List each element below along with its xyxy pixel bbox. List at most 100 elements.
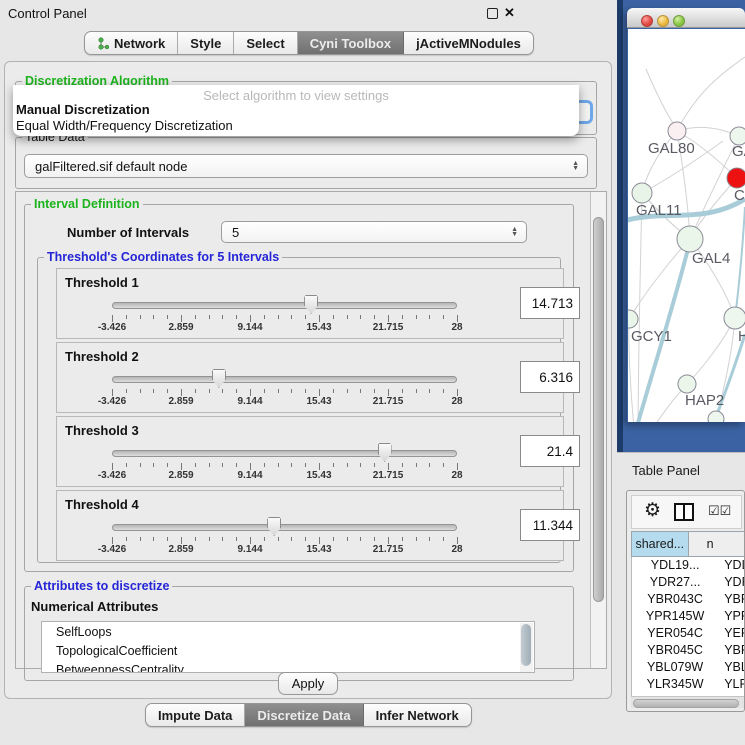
- threshold-2-slider[interactable]: -3.4262.8599.14415.4321.71528: [112, 367, 457, 411]
- number-of-intervals-combobox[interactable]: 5 ▲▼: [221, 221, 527, 243]
- axis-tick-label: 9.144: [237, 544, 262, 555]
- table-row[interactable]: YBL079WYBL0: [632, 659, 745, 676]
- numerical-attributes-label: Numerical Attributes: [31, 599, 158, 614]
- float-window-icon[interactable]: [487, 8, 498, 19]
- network-node-h[interactable]: [724, 307, 745, 329]
- axis-tick-label: 15.43: [306, 322, 331, 333]
- tick-mark: [291, 315, 292, 319]
- right-region: GAL80GACGAL11GAL4GCY1HHAP2 Table Panel ⚙…: [617, 0, 745, 745]
- network-node-gcy1[interactable]: [628, 310, 638, 328]
- algorithm-option[interactable]: Manual Discretization: [13, 102, 579, 118]
- cell-name[interactable]: YDL1: [718, 557, 745, 574]
- tab-cyni-toolbox[interactable]: Cyni Toolbox: [298, 32, 404, 54]
- tab-discretize-data[interactable]: Discretize Data: [245, 704, 363, 726]
- column-header-shared-name[interactable]: shared...: [631, 531, 688, 557]
- threshold-3-slider[interactable]: -3.4262.8599.14415.4321.71528: [112, 441, 457, 485]
- cell-shared-name[interactable]: YDR27...: [632, 574, 718, 591]
- slider-track[interactable]: [112, 302, 457, 309]
- table-row[interactable]: YBR043CYBR0: [632, 591, 745, 608]
- table-horizontal-scrollbar[interactable]: [631, 696, 745, 708]
- slider-ticks: [112, 313, 457, 322]
- table-row[interactable]: YPR145WYPR1: [632, 608, 745, 625]
- cell-name[interactable]: YPR1: [718, 608, 745, 625]
- threshold-3-value-field[interactable]: 21.4: [520, 435, 580, 467]
- network-node[interactable]: [708, 411, 724, 422]
- apply-button[interactable]: Apply: [278, 672, 338, 695]
- cell-shared-name[interactable]: YLR345W: [632, 676, 718, 693]
- gear-icon[interactable]: ⚙: [644, 499, 661, 522]
- network-node-c[interactable]: [727, 168, 745, 188]
- axis-tick-label: 15.43: [306, 396, 331, 407]
- cell-shared-name[interactable]: YBL079W: [632, 659, 718, 676]
- slider-thumb[interactable]: [378, 443, 392, 462]
- table-row[interactable]: YDR27...YDR2: [632, 574, 745, 591]
- cell-name[interactable]: YDR2: [718, 574, 745, 591]
- table-row[interactable]: YBR045CYBR0: [632, 642, 745, 659]
- select-checkboxes-icon[interactable]: ☑☑: [708, 503, 731, 519]
- slider-thumb[interactable]: [212, 369, 226, 388]
- tab-infer-network[interactable]: Infer Network: [364, 704, 471, 726]
- algorithm-option[interactable]: Equal Width/Frequency Discretization: [13, 118, 579, 134]
- attributes-scrollbar-thumb[interactable]: [521, 624, 531, 666]
- columns-icon[interactable]: [674, 503, 694, 521]
- tick-mark: [402, 537, 403, 541]
- cell-shared-name[interactable]: YER054C: [632, 625, 718, 642]
- slider-thumb[interactable]: [304, 295, 318, 314]
- axis-tick-label: 21.715: [373, 470, 404, 481]
- network-node-label: GAL4: [692, 250, 730, 267]
- cell-shared-name[interactable]: YBR045C: [632, 642, 718, 659]
- slider-track[interactable]: [112, 376, 457, 383]
- tick-mark: [443, 537, 444, 541]
- slider-track[interactable]: [112, 450, 457, 457]
- network-canvas[interactable]: GAL80GACGAL11GAL4GCY1HHAP2: [628, 29, 745, 422]
- table-data-combobox[interactable]: galFiltered.sif default node ▲▼: [24, 154, 588, 178]
- slider-thumb[interactable]: [267, 517, 281, 536]
- tab-jactivemnodules[interactable]: jActiveMNodules: [404, 32, 533, 54]
- threshold-1-value-field[interactable]: 14.713: [520, 287, 580, 319]
- network-node-gal11[interactable]: [632, 183, 652, 203]
- table-row[interactable]: YDL19...YDL1: [632, 557, 745, 574]
- cell-shared-name[interactable]: YBR043C: [632, 591, 718, 608]
- cell-name[interactable]: YLR3: [718, 676, 745, 693]
- threshold-2-value-field[interactable]: 6.316: [520, 361, 580, 393]
- interval-definition-group: Interval Definition Number of Intervals …: [24, 204, 574, 572]
- tab-select[interactable]: Select: [234, 32, 297, 54]
- minimize-traffic-light-icon[interactable]: [657, 15, 669, 27]
- numerical-attributes-list[interactable]: SelfLoopsTopologicalCoefficientBetweenne…: [41, 621, 535, 673]
- cell-name[interactable]: YBL0: [718, 659, 745, 676]
- tab-impute-data[interactable]: Impute Data: [146, 704, 245, 726]
- close-icon[interactable]: ✕: [504, 5, 515, 21]
- threshold-4-slider[interactable]: -3.4262.8599.14415.4321.71528: [112, 515, 457, 559]
- thresholds-group: Threshold's Coordinates for 5 Intervals …: [37, 257, 561, 563]
- tick-mark: [112, 537, 113, 544]
- table-hscrollbar-thumb[interactable]: [633, 699, 739, 708]
- network-node-gal4[interactable]: [677, 226, 703, 252]
- settings-vertical-scrollbar[interactable]: [590, 192, 606, 668]
- column-header-name[interactable]: n: [688, 531, 745, 557]
- cell-shared-name[interactable]: YDL19...: [632, 557, 718, 574]
- threshold-4-value-field[interactable]: 11.344: [520, 509, 580, 541]
- close-traffic-light-icon[interactable]: [641, 15, 653, 27]
- tab-network[interactable]: Network: [85, 32, 178, 54]
- zoom-traffic-light-icon[interactable]: [673, 15, 685, 27]
- table-row[interactable]: YER054CYER0: [632, 625, 745, 642]
- cell-name[interactable]: YBR0: [718, 642, 745, 659]
- attributes-list-scrollbar[interactable]: [520, 623, 533, 673]
- network-node-gal80[interactable]: [668, 122, 686, 140]
- tick-mark: [181, 389, 182, 396]
- axis-tick-label: 28: [451, 396, 462, 407]
- attribute-item[interactable]: SelfLoops: [42, 622, 534, 641]
- tab-style[interactable]: Style: [178, 32, 234, 54]
- slider-track[interactable]: [112, 524, 457, 531]
- cell-name[interactable]: YBR0: [718, 591, 745, 608]
- cell-shared-name[interactable]: YPR145W: [632, 608, 718, 625]
- network-node-hap2[interactable]: [678, 375, 696, 393]
- attribute-item[interactable]: TopologicalCoefficient: [42, 641, 534, 660]
- table-row[interactable]: YLR345WYLR3: [632, 676, 745, 693]
- tick-mark: [319, 389, 320, 396]
- app-root: Control Panel ✕ Network Style Select Cyn…: [0, 0, 745, 745]
- tick-mark: [333, 315, 334, 319]
- threshold-1-slider[interactable]: -3.4262.8599.14415.4321.71528: [112, 293, 457, 337]
- cell-name[interactable]: YER0: [718, 625, 745, 642]
- settings-scrollbar-thumb[interactable]: [593, 217, 604, 602]
